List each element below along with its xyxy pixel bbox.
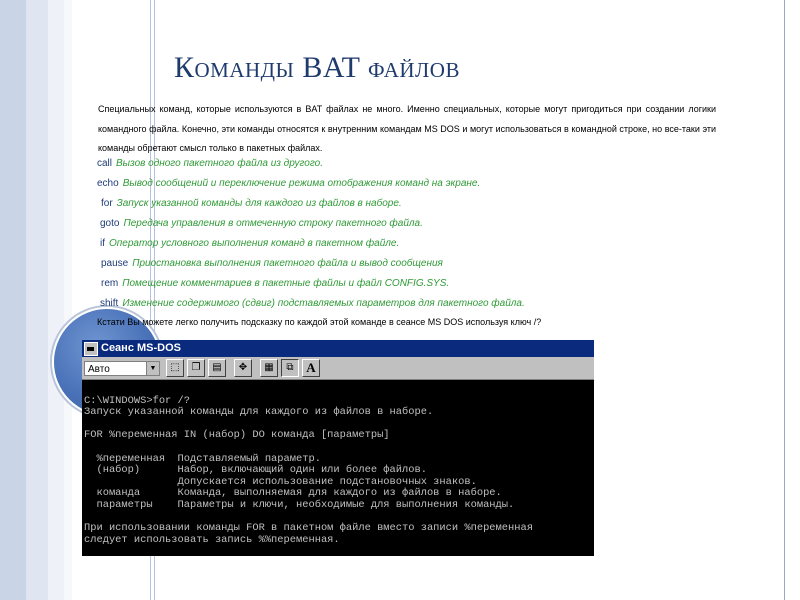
intro-paragraph: Специальных команд, которые используются… — [98, 104, 716, 153]
paste-icon[interactable]: ▤ — [208, 359, 226, 377]
command-description: Помещение комментариев в пакетные файлы … — [122, 278, 450, 289]
slide-title: Команды BAT файлов — [174, 51, 460, 84]
command-item-pause: pause Приостановка выполнения пакетного ф… — [101, 257, 443, 271]
command-description: Оператор условного выполнения команд в п… — [109, 238, 400, 249]
command-item-if: if Оператор условного выполнения команд в… — [100, 237, 399, 251]
command-item-rem: rem Помещение комментариев в пакетные фай… — [101, 277, 449, 291]
console-line: FOR %переменная IN (набор) DO команда [п… — [84, 429, 390, 442]
console-line: (набор) Набор, включающий один или более… — [84, 464, 427, 477]
properties-icon[interactable]: ▦ — [260, 359, 278, 377]
font-size-select[interactable]: Авто ▼ — [84, 360, 160, 376]
command-description: Передача управления в отмеченную строку … — [123, 218, 423, 229]
chevron-down-icon: ▼ — [146, 361, 159, 375]
console-line: Запуск указанной команды для каждого из … — [84, 406, 434, 419]
decor-stripe — [48, 0, 64, 600]
command-description: Приостановка выполнения пакетного файла … — [132, 258, 443, 269]
command-name: call — [97, 158, 113, 169]
msdos-console-output: C:\WINDOWS>for /? Запуск указанной команд… — [82, 380, 594, 556]
command-name: shift — [100, 298, 119, 309]
msdos-window-title: Сеанс MS-DOS — [101, 342, 181, 354]
msdos-icon — [84, 341, 98, 356]
decor-line — [784, 0, 785, 600]
decor-stripe — [0, 0, 26, 600]
command-item-goto: goto Передача управления в отмеченную стр… — [100, 217, 423, 231]
hint-text: Кстати Вы можете легко получить подсказк… — [97, 317, 542, 327]
fullscreen-icon[interactable]: ✥ — [234, 359, 252, 377]
command-name: echo — [97, 178, 119, 189]
console-line: следует использовать запись %%переменная… — [84, 533, 340, 546]
copy-icon[interactable]: ❐ — [187, 359, 205, 377]
msdos-titlebar: Сеанс MS-DOS — [82, 340, 594, 357]
font-size-value: Авто — [88, 363, 110, 375]
command-name: pause — [101, 258, 129, 269]
decor-stripe — [26, 0, 48, 600]
console-line: При использовании команды FOR в пакетном… — [84, 522, 533, 535]
mark-icon[interactable]: ⬚ — [166, 359, 184, 377]
command-item-for: for Запуск указанной команды для каждого … — [101, 197, 402, 211]
command-name: rem — [101, 278, 119, 289]
command-item-call: call Вызов одного пакетного файла из друг… — [97, 157, 323, 171]
console-line: параметры Параметры и ключи, необходимые… — [84, 498, 515, 511]
font-button[interactable]: A — [302, 359, 320, 377]
command-description: Изменение содержимого (сдвиг) подставляе… — [122, 298, 525, 309]
command-description: Запуск указанной команды для каждого из … — [116, 198, 402, 209]
msdos-window: Сеанс MS-DOS Авто ▼ ⬚ ❐ ▤ ✥ ▦ ⧉ A C:\WIN… — [82, 340, 594, 556]
background-icon[interactable]: ⧉ — [281, 359, 299, 377]
command-item-shift: shift Изменение содержимого (сдвиг) подст… — [100, 297, 525, 311]
command-name: goto — [100, 218, 120, 229]
command-name: if — [100, 238, 105, 249]
command-description: Вывод сообщений и переключение режима от… — [122, 178, 481, 189]
command-name: for — [101, 198, 113, 209]
command-item-echo: echo Вывод сообщений и переключение режим… — [97, 177, 480, 191]
decor-stripe — [64, 0, 72, 600]
command-description: Вызов одного пакетного файла из другого. — [116, 158, 323, 169]
msdos-toolbar: Авто ▼ ⬚ ❐ ▤ ✥ ▦ ⧉ A — [82, 357, 594, 380]
